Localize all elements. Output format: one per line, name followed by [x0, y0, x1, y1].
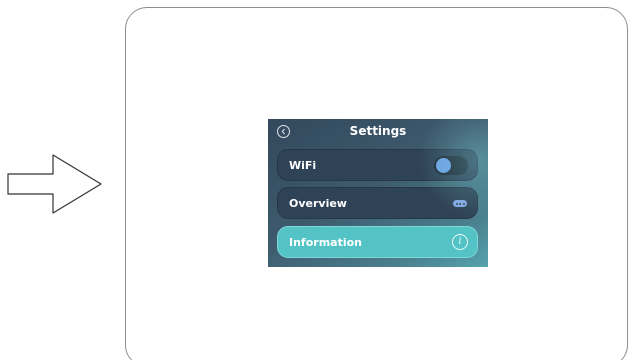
info-icon: i — [452, 234, 468, 250]
settings-screen: Settings WiFi Overview Information i — [268, 119, 488, 267]
information-row[interactable]: Information i — [277, 226, 478, 258]
page-title: Settings — [349, 124, 407, 138]
information-label: Information — [289, 236, 362, 249]
overview-label: Overview — [289, 197, 347, 210]
more-icon — [453, 200, 467, 207]
overview-row[interactable]: Overview — [277, 187, 478, 219]
arrow-right-icon — [7, 154, 102, 214]
wifi-label: WiFi — [289, 159, 317, 172]
wifi-toggle[interactable] — [434, 156, 468, 175]
stage: Settings WiFi Overview Information i — [0, 0, 631, 360]
header: Settings — [268, 119, 488, 145]
toggle-knob — [436, 158, 451, 173]
wifi-row[interactable]: WiFi — [277, 149, 478, 181]
